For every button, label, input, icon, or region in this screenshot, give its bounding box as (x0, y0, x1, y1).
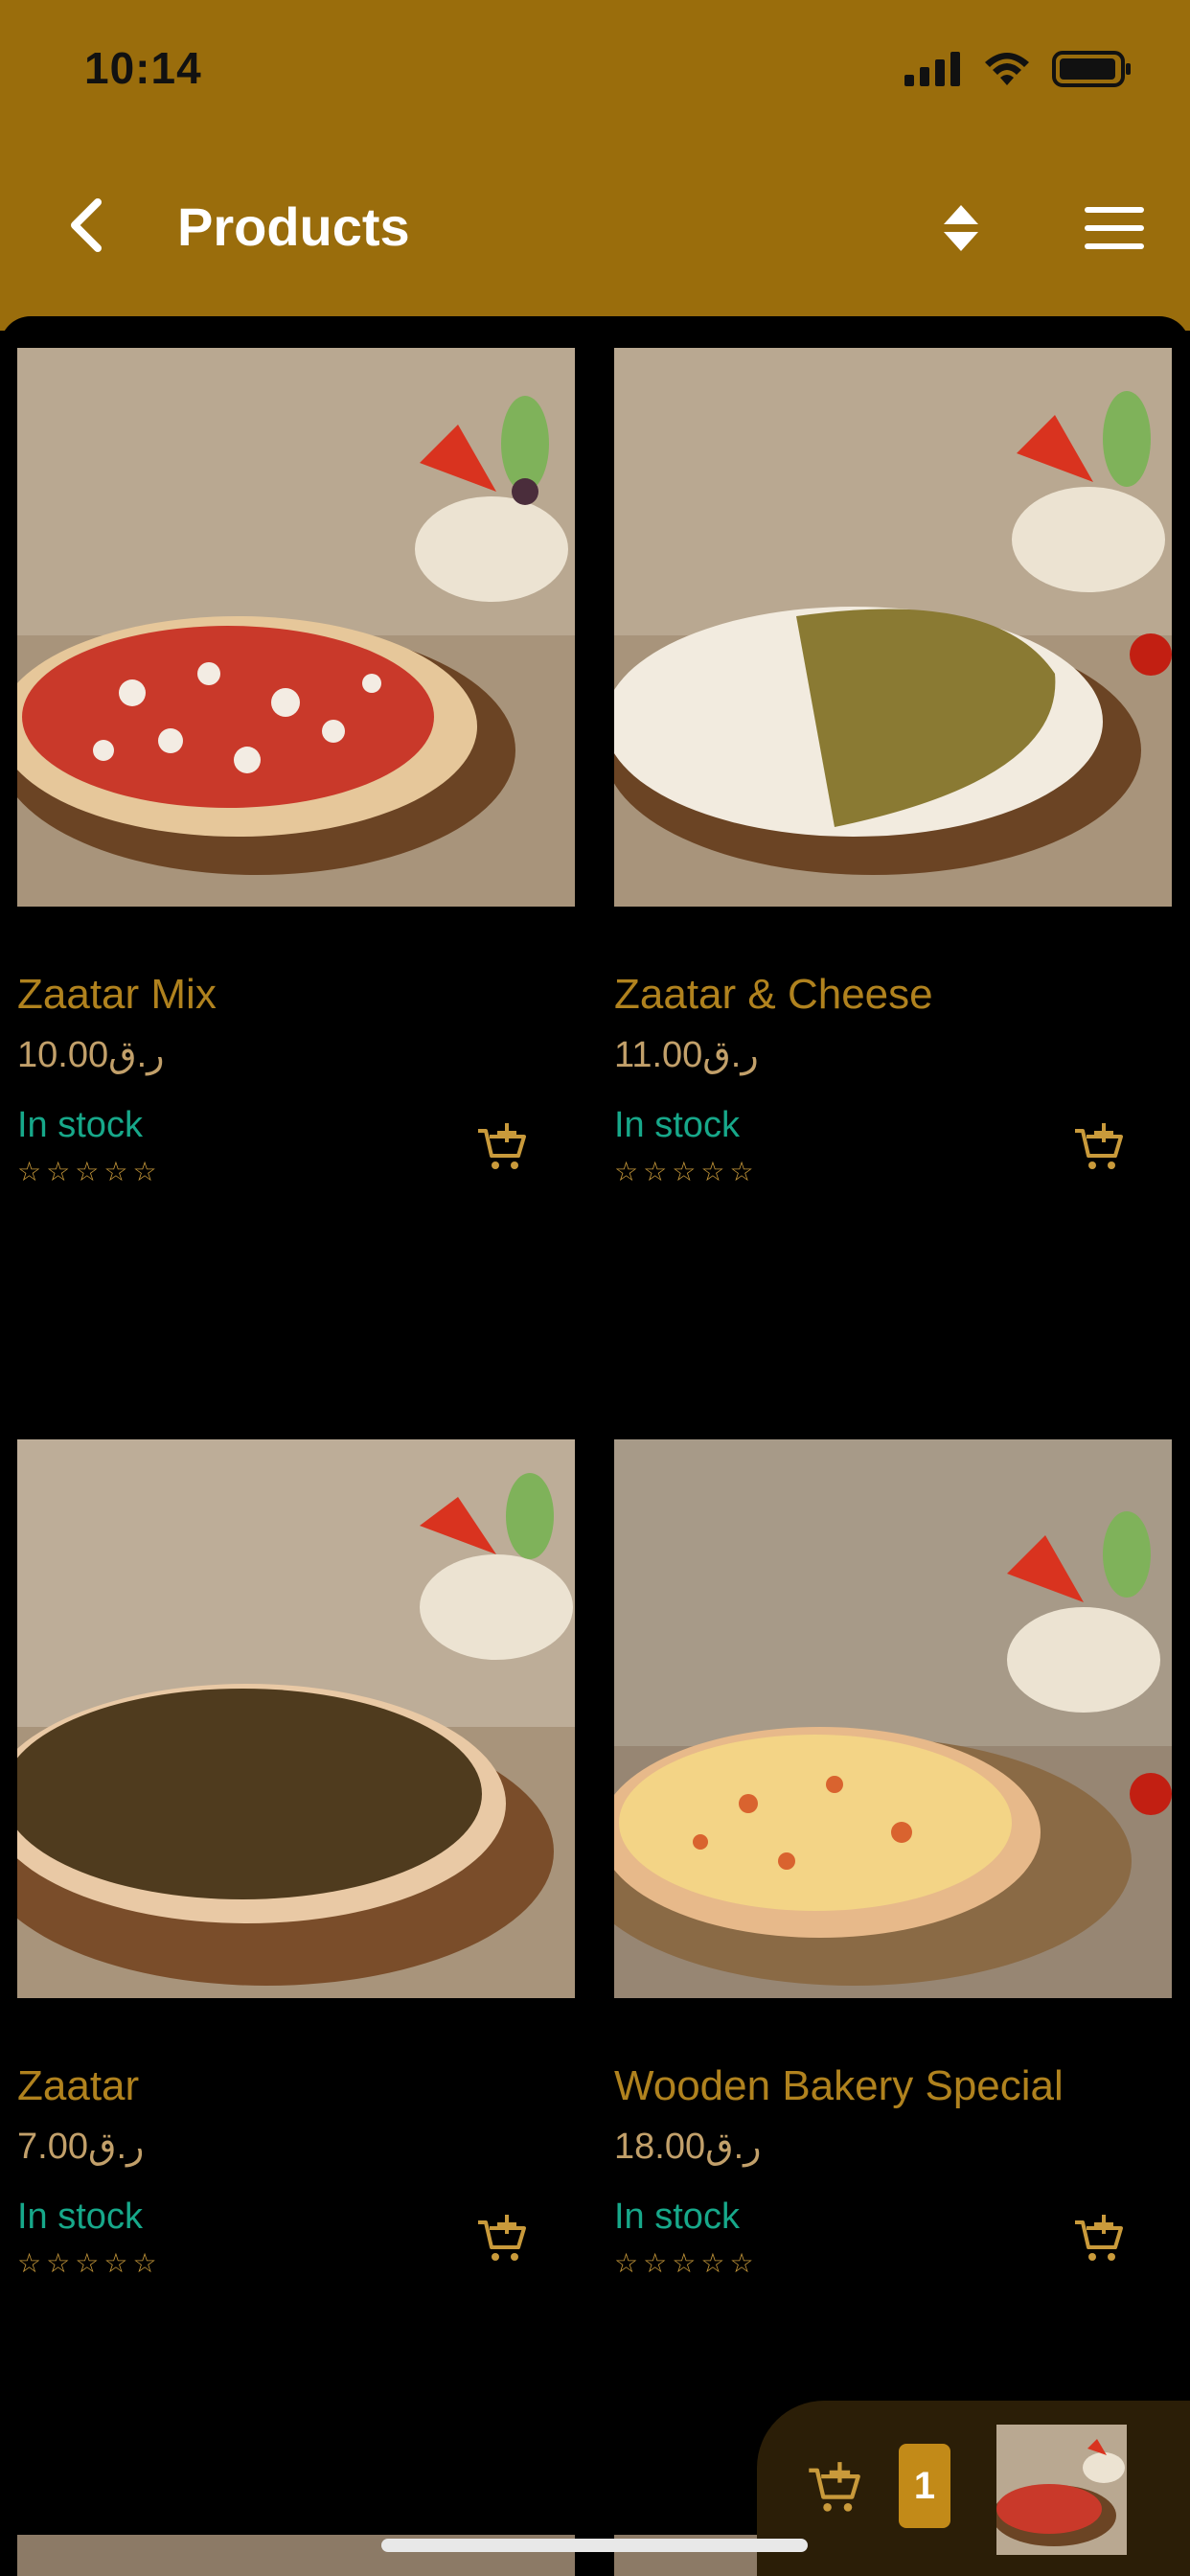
star-outline-icon: ☆ (103, 1157, 128, 1186)
star-outline-icon: ☆ (75, 2248, 100, 2278)
add-cart-icon (478, 2215, 526, 2261)
star-outline-icon: ☆ (643, 2248, 668, 2278)
star-outline-icon: ☆ (132, 1157, 157, 1186)
mini-cart-button[interactable] (805, 2460, 862, 2522)
product-image[interactable] (614, 348, 1172, 907)
star-outline-icon: ☆ (672, 1157, 697, 1186)
star-outline-icon: ☆ (700, 1157, 725, 1186)
star-outline-icon: ☆ (643, 1157, 668, 1186)
product-price: 11.00ر.ق (614, 1035, 759, 1075)
add-to-cart-button[interactable] (468, 1115, 535, 1182)
product-card[interactable]: Zaatar Mix 10.00ر.ق In stock ☆ ☆ ☆ ☆ ☆ (17, 348, 575, 1185)
menu-button[interactable] (1083, 201, 1146, 255)
rating-stars: ☆ ☆ ☆ ☆ ☆ (17, 2250, 157, 2277)
star-outline-icon: ☆ (75, 1157, 100, 1186)
star-outline-icon: ☆ (17, 1157, 42, 1186)
cart-item-thumbnail[interactable] (996, 2425, 1127, 2555)
star-outline-icon: ☆ (17, 2248, 42, 2278)
star-outline-icon: ☆ (614, 2248, 639, 2278)
product-name[interactable]: Zaatar & Cheese (614, 971, 933, 1019)
product-grid: Zaatar Mix 10.00ر.ق In stock ☆ ☆ ☆ ☆ ☆ Z… (0, 316, 1190, 2576)
star-outline-icon: ☆ (729, 1157, 754, 1186)
page-title: Products (177, 196, 410, 257)
product-name[interactable]: Zaatar (17, 2062, 139, 2110)
product-price: 18.00ر.ق (614, 2127, 762, 2167)
wifi-icon (985, 53, 1029, 85)
star-outline-icon: ☆ (700, 2248, 725, 2278)
product-name[interactable]: Wooden Bakery Special (614, 2062, 1064, 2110)
star-outline-icon: ☆ (729, 2248, 754, 2278)
back-button[interactable] (57, 192, 115, 259)
star-outline-icon: ☆ (672, 2248, 697, 2278)
stock-status: In stock (614, 2196, 740, 2237)
rating-stars: ☆ ☆ ☆ ☆ ☆ (614, 1159, 754, 1185)
add-to-cart-button[interactable] (1064, 1115, 1132, 1182)
star-outline-icon: ☆ (614, 1157, 639, 1186)
rating-stars: ☆ ☆ ☆ ☆ ☆ (614, 2250, 754, 2277)
stock-status: In stock (17, 1105, 143, 1145)
add-cart-icon (1075, 2215, 1123, 2261)
product-image[interactable] (17, 348, 575, 907)
product-image[interactable] (614, 1439, 1172, 1998)
cart-count-badge: 1 (899, 2444, 950, 2528)
star-outline-icon: ☆ (46, 1157, 71, 1186)
product-card[interactable]: Zaatar 7.00ر.ق In stock ☆ ☆ ☆ ☆ ☆ (17, 1439, 575, 2277)
hamburger-icon (1085, 207, 1144, 249)
product-price: 10.00ر.ق (17, 1035, 165, 1075)
add-cart-icon (1075, 1123, 1123, 1169)
sort-button[interactable] (934, 196, 988, 260)
product-price: 7.00ر.ق (17, 2127, 145, 2167)
star-outline-icon: ☆ (132, 2248, 157, 2278)
mini-cart-bar[interactable]: 1 (757, 2401, 1190, 2576)
product-card[interactable]: Wooden Bakery Special 18.00ر.ق In stock … (614, 1439, 1172, 2277)
app-header: 10:14 Products (0, 0, 1190, 331)
chevron-left-icon (71, 198, 102, 252)
rating-stars: ☆ ☆ ☆ ☆ ☆ (17, 1159, 157, 1185)
product-card[interactable]: Zaatar & Cheese 11.00ر.ق In stock ☆ ☆ ☆ ☆ ☆ (614, 348, 1172, 1185)
add-to-cart-button[interactable] (1064, 2206, 1132, 2273)
product-image[interactable] (17, 1439, 575, 1998)
stock-status: In stock (614, 1105, 740, 1145)
signal-icon (904, 52, 960, 86)
status-time: 10:14 (84, 43, 202, 93)
product-name[interactable]: Zaatar Mix (17, 971, 217, 1019)
battery-icon (1052, 51, 1131, 87)
add-cart-icon (809, 2462, 860, 2512)
star-outline-icon: ☆ (46, 2248, 71, 2278)
star-outline-icon: ☆ (103, 2248, 128, 2278)
add-cart-icon (478, 1123, 526, 1169)
home-indicator[interactable] (381, 2539, 808, 2552)
status-icons (904, 50, 1133, 88)
add-to-cart-button[interactable] (468, 2206, 535, 2273)
sort-icon (944, 205, 978, 251)
stock-status: In stock (17, 2196, 143, 2237)
